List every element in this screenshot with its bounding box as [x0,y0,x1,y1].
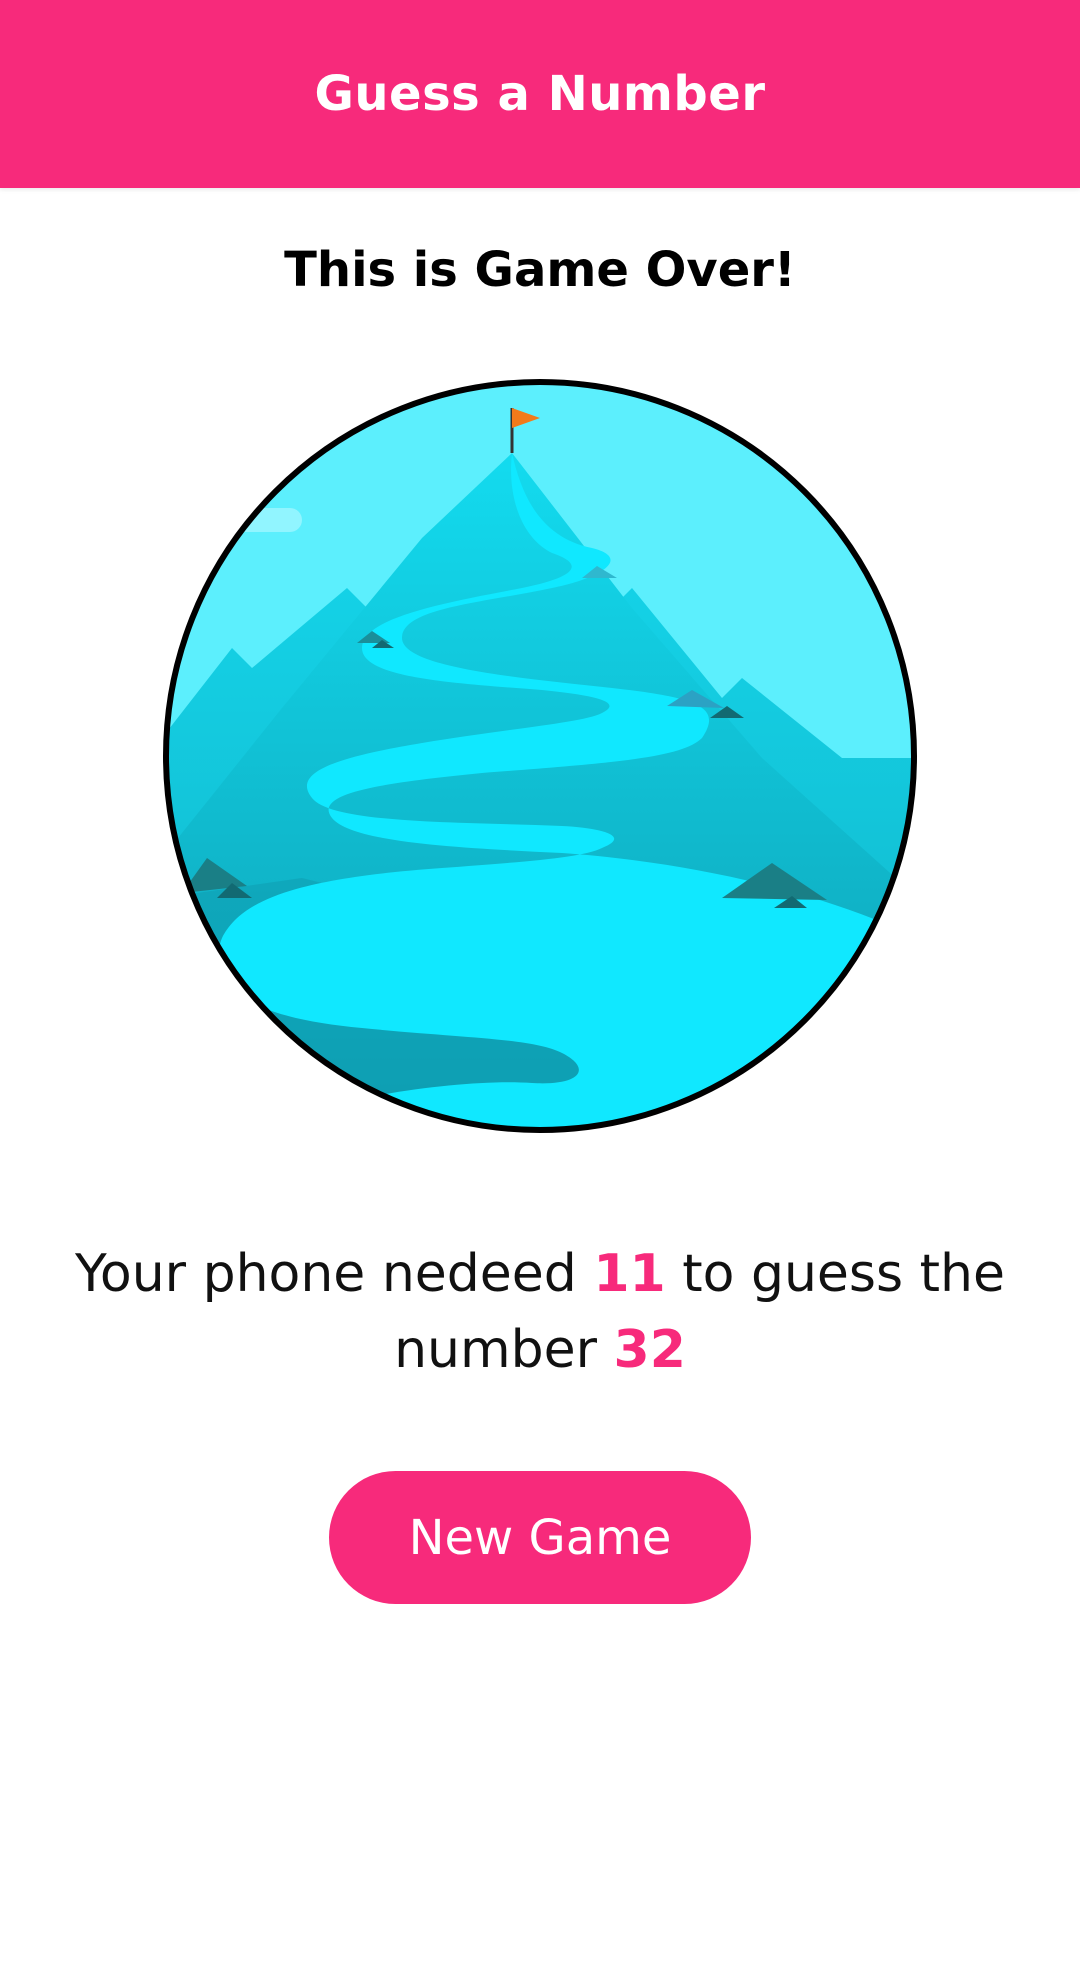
target-number: 32 [613,1320,686,1380]
app-header: Guess a Number [0,0,1080,188]
game-over-title: This is Game Over! [284,242,796,298]
new-game-button[interactable]: New Game [329,1471,751,1604]
result-message: Your phone nedeed 11 to guess the number… [60,1236,1020,1388]
rounds-count: 11 [593,1244,666,1304]
game-over-illustration [162,378,918,1134]
result-prefix: Your phone nedeed [75,1244,594,1304]
app-title: Guess a Number [314,66,766,122]
mountain-illustration [163,379,917,1133]
